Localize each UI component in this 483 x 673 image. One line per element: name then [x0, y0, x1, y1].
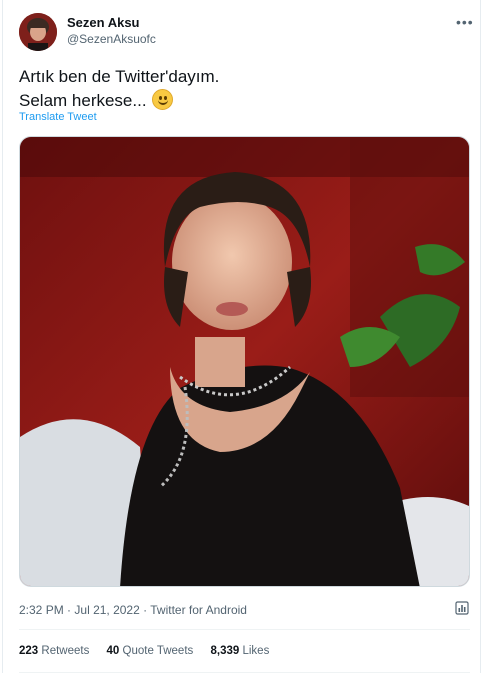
tweet-source[interactable]: Twitter for Android — [150, 603, 247, 617]
tweet-stats: 223 Retweets 40 Quote Tweets 8,339 Likes — [19, 645, 283, 657]
retweets-count: 223 — [19, 645, 39, 657]
author-name[interactable]: Sezen Aksu — [67, 15, 140, 30]
divider — [19, 629, 470, 630]
quote-tweets-count: 40 — [106, 645, 120, 657]
likes-stat[interactable]: 8,339 Likes — [210, 645, 269, 657]
author-handle[interactable]: @SezenAksuofc — [67, 32, 156, 46]
translate-tweet-link[interactable]: Translate Tweet — [19, 111, 97, 123]
tweet-text-line-1: Artık ben de Twitter'dayım. — [19, 67, 220, 86]
slightly-smiling-face-icon — [151, 89, 173, 110]
likes-count: 8,339 — [210, 645, 240, 657]
tweet-text-line-2: Selam herkese... — [19, 89, 173, 112]
retweets-stat[interactable]: 223 Retweets — [19, 645, 89, 657]
tweet-time[interactable]: 2:32 PM — [19, 603, 64, 617]
analytics-icon[interactable] — [455, 601, 469, 615]
meta-separator-2: · — [143, 603, 148, 617]
tweet-photo-image — [20, 137, 469, 586]
tweet-text-line-2-text: Selam herkese... — [19, 91, 147, 110]
retweets-label: Retweets — [41, 645, 90, 657]
tweet-meta: 2:32 PM · Jul 21, 2022 · Twitter for And… — [19, 603, 247, 617]
tweet-date[interactable]: Jul 21, 2022 — [74, 603, 139, 617]
more-dots-icon[interactable]: ••• — [456, 14, 474, 30]
tweet-card: Sezen Aksu @SezenAksuofc ••• Artık ben d… — [2, 0, 481, 673]
quote-tweets-label: Quote Tweets — [122, 645, 194, 657]
tweet-photo[interactable] — [19, 136, 470, 587]
avatar[interactable] — [19, 13, 57, 51]
quote-tweets-stat[interactable]: 40 Quote Tweets — [107, 645, 194, 657]
meta-separator: · — [67, 603, 72, 617]
likes-label: Likes — [242, 645, 270, 657]
